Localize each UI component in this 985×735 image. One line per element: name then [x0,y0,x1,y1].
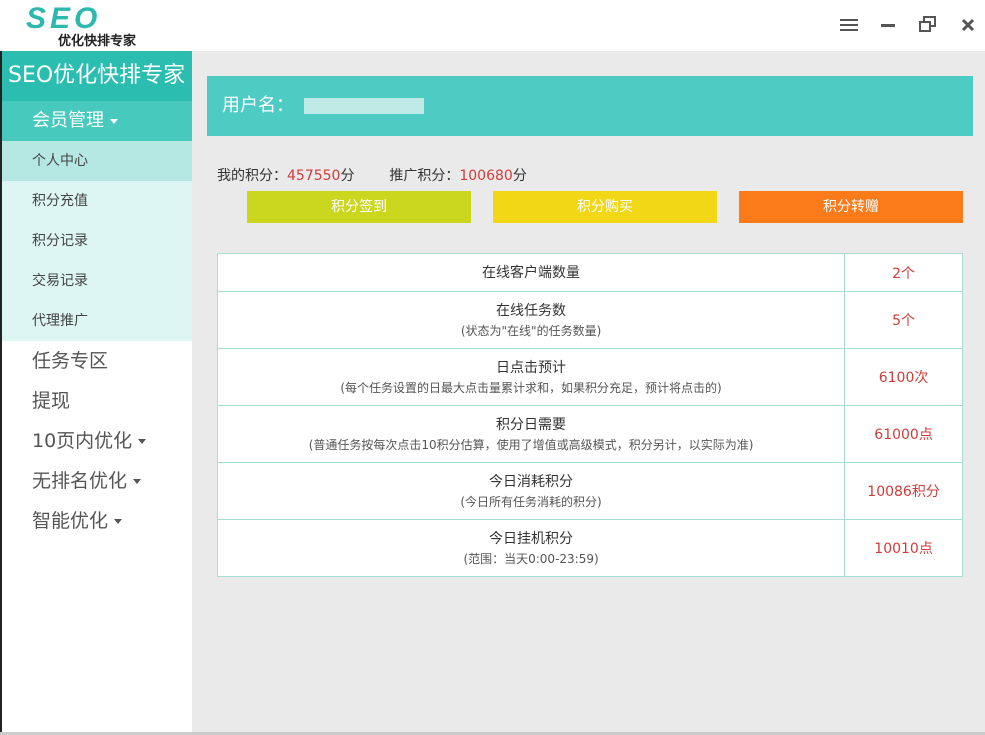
stat-value: 2个 [844,253,963,292]
username-label: 用户名： [222,95,294,116]
my-points-unit: 分 [340,168,355,184]
stat-subtitle: (范围：当天0:00-23:59) [463,551,599,566]
sidebar-item-label: 10页内优化 [32,430,133,452]
sidebar-member-menu[interactable]: 会员管理 [2,101,192,141]
member-submenu: 个人中心 积分充值 积分记录 交易记录 代理推广 [2,141,192,341]
my-points-label: 我的积分： [217,168,287,184]
sidebar-member-label: 会员管理 [32,110,104,131]
sidebar-item-label: 无排名优化 [32,470,128,492]
stat-title: 积分日需要 [496,416,567,433]
title-bar: SEO 优化快排专家 [0,0,985,51]
stat-value: 5个 [844,291,963,349]
sidebar-item-smart-optimization[interactable]: 智能优化 [2,501,192,541]
promo-points-label: 推广积分： [389,168,460,184]
sidebar-item-agent-promotion[interactable]: 代理推广 [2,301,192,341]
caret-down-icon [138,439,147,444]
stat-subtitle: (每个任务设置的日最大点击量累计求和，如果积分充足，预计将点击的) [340,380,722,395]
points-buy-button[interactable]: 积分购买 [493,191,717,223]
table-row: 今日消耗积分 (今日所有任务消耗的积分) 10086积分 [216,462,963,520]
my-points-value: 457550 [287,168,341,184]
stat-value: 10086积分 [844,462,963,520]
sidebar-item-unranked-optimization[interactable]: 无排名优化 [2,461,192,501]
stat-subtitle: (普通任务按每次点击10积分估算，使用了增值或高级模式，积分另计，以实际为准) [308,437,754,452]
app-logo: SEO 优化快排专家 [26,4,156,50]
username-redacted [304,98,424,114]
promo-points-value: 100680 [459,168,513,184]
sidebar-brand: SEO优化快排专家 [2,51,192,101]
restore-icon[interactable] [917,16,939,38]
minimize-icon[interactable] [877,16,899,38]
stats-table: 在线客户端数量 2个 在线任务数 (状态为"在线"的任务数量) 5个 日点击预计 (… [216,253,963,577]
stat-subtitle: (今日所有任务消耗的积分) [460,494,602,509]
stat-value: 10010点 [844,519,963,577]
sidebar: SEO优化快排专家 会员管理 个人中心 积分充值 积分记录 交易记录 代理推广 … [0,51,192,735]
stat-title: 日点击预计 [496,359,567,376]
stat-title: 在线任务数 [496,302,567,319]
sidebar-item-label: 智能优化 [32,510,109,532]
logo-subtitle: 优化快排专家 [58,34,137,49]
points-transfer-button[interactable]: 积分转赠 [739,191,963,223]
table-row: 积分日需要 (普通任务按每次点击10积分估算，使用了增值或高级模式，积分另计，以实… [216,405,963,463]
list-icon[interactable] [838,16,860,38]
sidebar-item-withdraw[interactable]: 提现 [2,381,192,421]
stat-value: 61000点 [844,405,963,463]
table-row: 今日挂机积分 (范围：当天0:00-23:59) 10010点 [216,519,963,577]
promo-points-unit: 分 [512,168,527,184]
logo-text: SEO [26,2,102,35]
sidebar-item-points-recharge[interactable]: 积分充值 [2,181,192,221]
points-checkin-button[interactable]: 积分签到 [247,191,471,223]
user-bar: 用户名： [207,76,973,136]
stat-title: 今日挂机积分 [489,530,574,547]
sidebar-item-points-records[interactable]: 积分记录 [2,221,192,261]
stat-value: 6100次 [844,348,963,406]
caret-down-icon [110,118,118,124]
caret-down-icon [114,519,123,524]
close-icon[interactable] [957,16,979,38]
sidebar-item-label: 任务专区 [32,350,109,372]
table-row: 日点击预计 (每个任务设置的日最大点击量累计求和，如果积分充足，预计将点击的) 6… [216,348,963,406]
table-row: 在线客户端数量 2个 [216,253,963,292]
sidebar-item-top10-optimization[interactable]: 10页内优化 [2,421,192,461]
table-row: 在线任务数 (状态为"在线"的任务数量) 5个 [216,291,963,349]
main-content: 用户名： 我的积分：457550分 推广积分：100680分 积分签到 积分购买… [192,51,985,735]
sidebar-item-label: 提现 [32,390,71,412]
caret-down-icon [133,479,142,484]
sidebar-item-transaction-records[interactable]: 交易记录 [2,261,192,301]
stat-title: 今日消耗积分 [489,473,574,490]
stat-title: 在线客户端数量 [482,264,581,281]
points-summary: 我的积分：457550分 推广积分：100680分 [217,165,527,185]
stat-subtitle: (状态为"在线"的任务数量) [460,323,602,338]
sidebar-item-personal-center[interactable]: 个人中心 [2,141,192,181]
sidebar-item-tasks[interactable]: 任务专区 [2,341,192,381]
